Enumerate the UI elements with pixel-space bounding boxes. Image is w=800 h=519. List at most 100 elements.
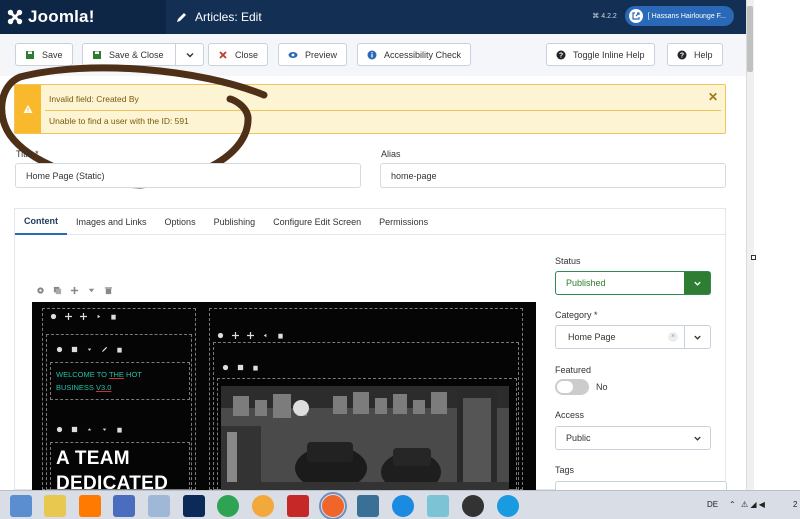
resize-handle[interactable] xyxy=(751,255,756,260)
status-select[interactable]: Published xyxy=(555,271,711,295)
app-star-icon[interactable] xyxy=(357,495,379,517)
caret-down-icon[interactable] xyxy=(101,426,108,433)
tags-input[interactable] xyxy=(555,481,727,490)
barbershop-photo xyxy=(221,386,509,490)
gear-icon[interactable] xyxy=(222,364,229,371)
chrome-icon[interactable] xyxy=(217,495,239,517)
move-icon[interactable] xyxy=(247,332,254,339)
vertical-scrollbar[interactable] xyxy=(746,0,754,490)
explorer-icon[interactable] xyxy=(10,495,32,517)
trash-icon[interactable] xyxy=(252,364,259,371)
copy-icon[interactable] xyxy=(71,346,78,353)
site-link-button[interactable]: [ Hassans Hairlounge F... xyxy=(624,6,734,26)
caret-up-icon[interactable] xyxy=(86,426,93,433)
external-link-icon xyxy=(628,9,643,23)
language-indicator[interactable]: DE xyxy=(707,500,718,509)
firefox-icon[interactable] xyxy=(319,492,347,519)
toolbar: Save Save & Close Close Preview Accessib… xyxy=(0,34,746,76)
svg-text:?: ? xyxy=(680,52,684,59)
joomla-brand[interactable]: Joomla! xyxy=(0,0,166,34)
joomla-version: ⌘ 4.2.2 xyxy=(592,13,617,20)
accessibility-label: Accessibility Check xyxy=(384,49,462,60)
title-label: Title * xyxy=(16,149,39,159)
tab-images-links[interactable]: Images and Links xyxy=(67,209,156,235)
network-icon[interactable] xyxy=(113,495,135,517)
category-select[interactable]: Home Page × xyxy=(555,325,711,349)
gear-icon[interactable] xyxy=(36,286,45,295)
caret-left-icon[interactable] xyxy=(262,332,269,339)
tab-publishing[interactable]: Publishing xyxy=(205,209,265,235)
preview-button[interactable]: Preview xyxy=(278,43,348,66)
trash-icon[interactable] xyxy=(277,332,284,339)
copy-icon[interactable] xyxy=(71,426,78,433)
clear-selection-icon[interactable]: × xyxy=(668,332,678,342)
tab-content[interactable]: Content xyxy=(15,209,67,235)
page-builder-canvas[interactable]: WELCOME TO THE HOT BUSINESS V3.0 A TEAM … xyxy=(32,302,536,490)
help-label: Help xyxy=(694,49,713,60)
scrollbar-thumb[interactable] xyxy=(747,6,753,72)
trash-icon[interactable] xyxy=(110,313,117,320)
move-icon[interactable] xyxy=(80,313,87,320)
alert-close-icon[interactable]: ✕ xyxy=(707,91,719,103)
question-icon: ? xyxy=(677,50,687,59)
app-icon[interactable] xyxy=(252,495,274,517)
caret-down-icon[interactable] xyxy=(87,286,96,295)
move-icon[interactable] xyxy=(65,313,72,320)
edge-icon[interactable] xyxy=(392,495,414,517)
warning-alert: Invalid field: Created By Unable to find… xyxy=(14,84,726,134)
alias-input[interactable]: home-page xyxy=(380,163,726,188)
joomla-logo-icon xyxy=(7,9,23,25)
pencil-icon xyxy=(177,13,186,22)
gear-icon[interactable] xyxy=(217,332,224,339)
caret-right-icon[interactable] xyxy=(95,313,102,320)
save-label: Save xyxy=(42,49,63,60)
obs-icon[interactable] xyxy=(462,495,484,517)
photoshop-icon[interactable] xyxy=(183,495,205,517)
featured-value: No xyxy=(596,382,608,392)
help-button[interactable]: ? Help xyxy=(667,43,723,66)
tab-configure-edit-screen[interactable]: Configure Edit Screen xyxy=(264,209,370,235)
category-value: Home Page xyxy=(568,332,616,342)
filezilla-icon[interactable] xyxy=(287,495,309,517)
skype-icon[interactable] xyxy=(497,495,519,517)
tab-options[interactable]: Options xyxy=(156,209,205,235)
gear-icon[interactable] xyxy=(50,313,57,320)
tray-expand-icon[interactable]: ⌃ xyxy=(729,500,736,509)
gear-icon[interactable] xyxy=(56,426,63,433)
gear-icon[interactable] xyxy=(56,346,63,353)
copy-icon[interactable] xyxy=(237,364,244,371)
svg-text:?: ? xyxy=(559,52,563,59)
folder-icon[interactable] xyxy=(44,495,66,517)
app-window-icon[interactable] xyxy=(427,495,449,517)
calculator-icon[interactable] xyxy=(148,495,170,517)
access-label: Access xyxy=(555,410,585,420)
illustrator-icon[interactable] xyxy=(79,495,101,517)
accessibility-check-button[interactable]: Accessibility Check xyxy=(357,43,472,66)
tab-permissions[interactable]: Permissions xyxy=(370,209,437,235)
tray-icons[interactable]: ⚠ ◢ ◀ xyxy=(741,500,765,509)
trash-icon[interactable] xyxy=(116,346,123,353)
column-toolbar-left xyxy=(50,313,117,320)
trash-icon[interactable] xyxy=(116,426,123,433)
chevron-down-icon[interactable] xyxy=(185,50,195,60)
close-button[interactable]: Close xyxy=(208,43,269,66)
move-icon[interactable] xyxy=(232,332,239,339)
trash-icon[interactable] xyxy=(104,286,113,295)
alert-message: Unable to find a user with the ID: 591 xyxy=(49,116,189,126)
save-button[interactable]: Save xyxy=(15,43,73,66)
toggle-inline-help-button[interactable]: ? Toggle Inline Help xyxy=(546,43,655,66)
copy-icon[interactable] xyxy=(53,286,62,295)
builder-toolbar xyxy=(36,286,113,295)
access-value: Public xyxy=(566,433,591,443)
windows-taskbar: DE ⌃ ⚠ ◢ ◀ 2 xyxy=(0,490,800,519)
question-icon: ? xyxy=(556,50,566,59)
edit-icon[interactable] xyxy=(101,346,108,353)
access-select[interactable]: Public xyxy=(555,426,711,450)
featured-toggle[interactable] xyxy=(555,379,589,395)
plus-icon[interactable] xyxy=(70,286,79,295)
caret-down-icon[interactable] xyxy=(86,346,93,353)
save-close-button[interactable]: Save & Close xyxy=(82,43,204,66)
title-input[interactable]: Home Page (Static) xyxy=(15,163,361,188)
clock[interactable]: 2 xyxy=(793,500,797,509)
status-value: Published xyxy=(566,278,606,288)
